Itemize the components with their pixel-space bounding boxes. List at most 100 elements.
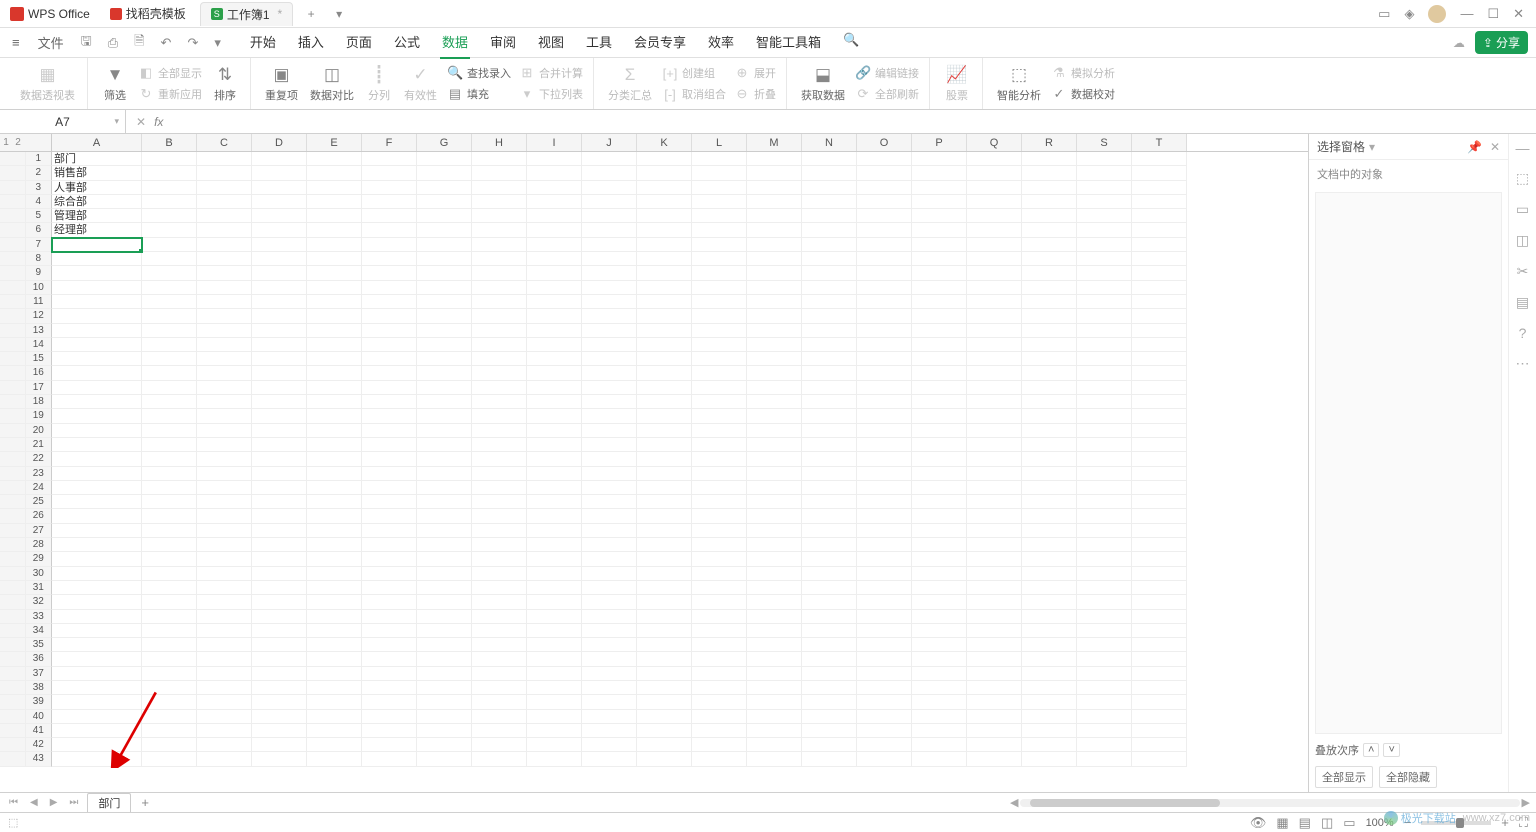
cell[interactable] xyxy=(912,281,967,295)
cell[interactable] xyxy=(417,752,472,766)
menu-search-icon[interactable]: 🔍 xyxy=(841,26,861,59)
view-page-icon[interactable]: ▤ xyxy=(1299,815,1311,831)
cell[interactable] xyxy=(52,509,142,523)
cell[interactable] xyxy=(252,652,307,666)
cell[interactable] xyxy=(747,652,802,666)
menu-tab-start[interactable]: 开始 xyxy=(248,26,278,59)
menu-tab-vip[interactable]: 会员专享 xyxy=(632,26,688,59)
cell[interactable] xyxy=(1132,366,1187,380)
cell[interactable] xyxy=(307,381,362,395)
cell[interactable] xyxy=(1077,624,1132,638)
cell[interactable] xyxy=(857,624,912,638)
cell[interactable] xyxy=(197,624,252,638)
cell[interactable] xyxy=(52,524,142,538)
cell[interactable] xyxy=(52,252,142,266)
cell[interactable] xyxy=(802,195,857,209)
cell[interactable] xyxy=(692,710,747,724)
cell[interactable] xyxy=(1022,452,1077,466)
cell[interactable] xyxy=(802,295,857,309)
fx-icon[interactable]: fx xyxy=(154,115,163,129)
pin-icon[interactable]: 📌 xyxy=(1467,140,1482,154)
cell[interactable] xyxy=(1132,752,1187,766)
cell[interactable] xyxy=(802,409,857,423)
cell[interactable] xyxy=(1077,366,1132,380)
cell[interactable] xyxy=(52,452,142,466)
cell[interactable] xyxy=(912,467,967,481)
cell[interactable] xyxy=(912,638,967,652)
cell[interactable] xyxy=(472,567,527,581)
cell[interactable] xyxy=(52,667,142,681)
cell[interactable] xyxy=(417,281,472,295)
cell[interactable] xyxy=(417,552,472,566)
cell[interactable] xyxy=(197,495,252,509)
sort-button[interactable]: ⇅排序 xyxy=(206,61,244,107)
cell[interactable] xyxy=(582,567,637,581)
cell[interactable] xyxy=(1077,552,1132,566)
cell[interactable] xyxy=(912,681,967,695)
cell[interactable] xyxy=(1022,710,1077,724)
cell[interactable] xyxy=(307,223,362,237)
close-panel-icon[interactable]: ✕ xyxy=(1490,140,1500,154)
cell[interactable] xyxy=(197,409,252,423)
cell[interactable] xyxy=(142,223,197,237)
cell[interactable] xyxy=(1132,538,1187,552)
close-button[interactable]: ✕ xyxy=(1513,6,1524,22)
cell[interactable] xyxy=(692,409,747,423)
sheet-nav-last-icon[interactable]: ⏭ xyxy=(66,797,81,808)
cell[interactable] xyxy=(142,681,197,695)
cell[interactable] xyxy=(472,309,527,323)
cell[interactable] xyxy=(802,452,857,466)
column-header[interactable]: O xyxy=(857,134,912,151)
cell[interactable] xyxy=(802,381,857,395)
cell[interactable] xyxy=(252,752,307,766)
row-header[interactable]: 36 xyxy=(0,652,52,666)
cell[interactable] xyxy=(1077,695,1132,709)
cell[interactable] xyxy=(637,624,692,638)
cell[interactable] xyxy=(1132,352,1187,366)
cell[interactable] xyxy=(197,667,252,681)
cell[interactable] xyxy=(692,209,747,223)
cell[interactable] xyxy=(692,238,747,252)
cell[interactable] xyxy=(472,452,527,466)
column-header[interactable]: R xyxy=(1022,134,1077,151)
row-header[interactable]: 38 xyxy=(0,681,52,695)
cell[interactable] xyxy=(362,481,417,495)
minimize-button[interactable]: — xyxy=(1460,6,1473,21)
cell[interactable] xyxy=(307,195,362,209)
cell[interactable] xyxy=(967,166,1022,180)
cell[interactable] xyxy=(527,667,582,681)
cell[interactable] xyxy=(857,281,912,295)
cell[interactable] xyxy=(362,209,417,223)
split-button[interactable]: ┋分列 xyxy=(360,61,398,107)
cell[interactable] xyxy=(637,467,692,481)
cell[interactable] xyxy=(747,409,802,423)
cell[interactable] xyxy=(1132,181,1187,195)
cell[interactable] xyxy=(967,252,1022,266)
cell[interactable] xyxy=(472,467,527,481)
cell[interactable] xyxy=(142,309,197,323)
cell[interactable] xyxy=(252,695,307,709)
cell[interactable] xyxy=(637,324,692,338)
cell[interactable] xyxy=(252,223,307,237)
cell[interactable] xyxy=(582,424,637,438)
validity-button[interactable]: ✓有效性 xyxy=(398,61,443,107)
cell[interactable] xyxy=(142,552,197,566)
mock-analyze-button[interactable]: ⚗模拟分析 xyxy=(1047,63,1119,83)
cell[interactable] xyxy=(1077,309,1132,323)
cell[interactable] xyxy=(197,181,252,195)
rail-sheet-icon[interactable]: ▤ xyxy=(1516,294,1529,311)
cell[interactable] xyxy=(1132,266,1187,280)
cell[interactable] xyxy=(1132,338,1187,352)
cell[interactable] xyxy=(747,567,802,581)
cell[interactable] xyxy=(527,595,582,609)
cell[interactable] xyxy=(417,181,472,195)
cell[interactable] xyxy=(747,295,802,309)
cell[interactable] xyxy=(527,252,582,266)
cell[interactable] xyxy=(912,567,967,581)
cell[interactable] xyxy=(52,552,142,566)
cell[interactable] xyxy=(582,438,637,452)
cell[interactable] xyxy=(1022,552,1077,566)
row-header[interactable]: 26 xyxy=(0,509,52,523)
cell[interactable] xyxy=(142,381,197,395)
cell[interactable] xyxy=(582,652,637,666)
